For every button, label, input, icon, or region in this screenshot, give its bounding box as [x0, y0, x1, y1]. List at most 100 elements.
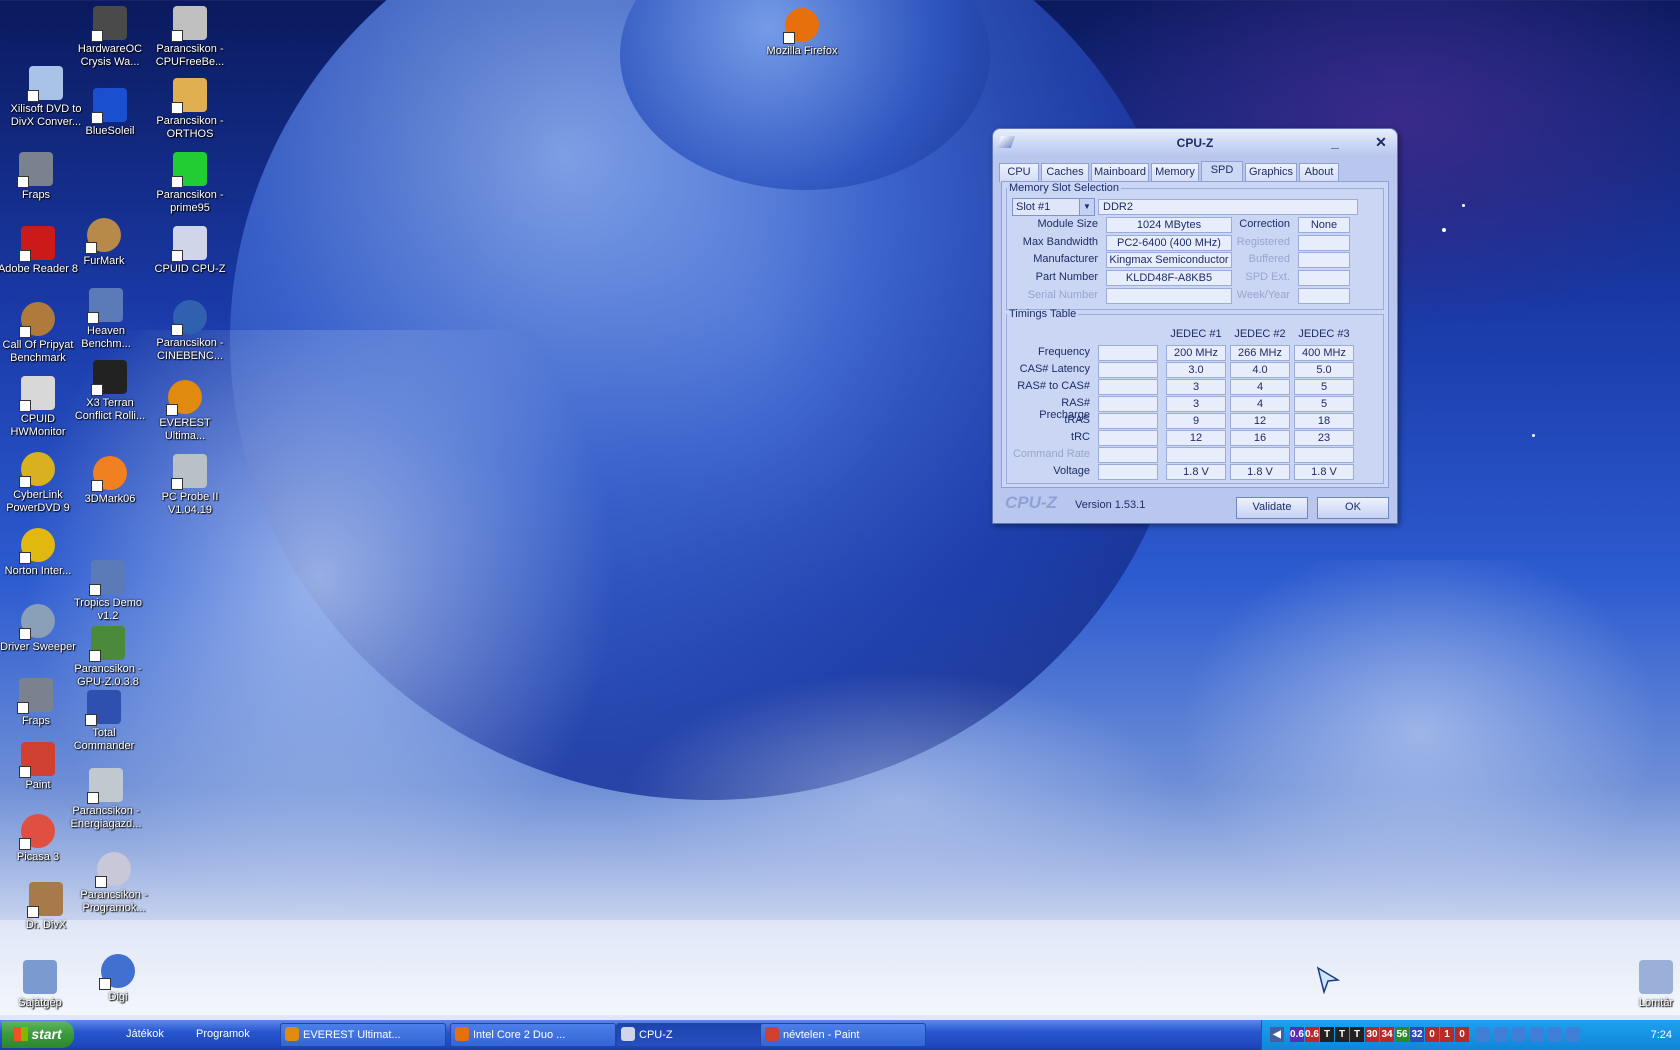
desktop-icon-3dmark[interactable]: 3DMark06	[68, 456, 152, 506]
tab-caches[interactable]: Caches	[1041, 163, 1089, 182]
tray-sensor-value[interactable]: T	[1335, 1027, 1349, 1042]
tray-sensor-value[interactable]: 56	[1395, 1027, 1409, 1042]
tab-about[interactable]: About	[1299, 163, 1339, 182]
taskbar-button[interactable]: Intel Core 2 Duo ...	[450, 1023, 616, 1047]
tab-memory[interactable]: Memory	[1151, 163, 1199, 182]
taskbar-button-label: EVEREST Ultimat...	[303, 1029, 401, 1041]
taskbar-button[interactable]: névtelen - Paint	[760, 1023, 926, 1047]
desktop-icon-picasa[interactable]: Picasa 3	[0, 814, 80, 864]
desktop-icon-cpuid-cpuz[interactable]: CPUID CPU-Z	[148, 226, 232, 276]
paint-icon	[19, 742, 55, 778]
programs-icon	[95, 852, 131, 888]
tray-sensor-value[interactable]: 0.6	[1290, 1027, 1304, 1042]
module-size-label: Module Size	[1037, 218, 1098, 230]
cpuz-window[interactable]: CPU-Z _ ✕ CPU Caches Mainboard Memory SP…	[992, 128, 1398, 524]
taskbar-button[interactable]: CPU-Z	[616, 1023, 782, 1047]
timing-row-label: Frequency	[1038, 346, 1090, 358]
desktop-icon-digi[interactable]: Digi	[76, 954, 160, 1004]
ok-button[interactable]: OK	[1317, 497, 1389, 519]
desktop-icon-crysis[interactable]: HardwareOC Crysis Wa...	[68, 6, 152, 69]
desktop-icon-drdivx[interactable]: Dr. DivX	[4, 882, 88, 932]
tray-arrow-icon[interactable]: ◀	[1270, 1027, 1284, 1042]
timing-column-header: JEDEC #2	[1234, 328, 1286, 340]
desktop-icon-hwmonitor[interactable]: CPUID HWMonitor	[0, 376, 80, 439]
taskbar: start Játékok Programok EVEREST Ultimat.…	[0, 1020, 1680, 1050]
minimize-button[interactable]: _	[1325, 134, 1345, 152]
correction-label: Correction	[1239, 218, 1290, 230]
tray-sensor-value[interactable]: 34	[1380, 1027, 1394, 1042]
bluetooth-icon[interactable]	[1530, 1027, 1544, 1042]
tray-sensor-value[interactable]: T	[1320, 1027, 1334, 1042]
quick-launch-jatekok[interactable]: Játékok	[126, 1023, 176, 1045]
tray-sensor-value[interactable]: 0.6	[1305, 1027, 1319, 1042]
furmark-icon	[85, 218, 121, 254]
firefox-icon	[783, 8, 819, 44]
crysis-icon	[91, 6, 127, 42]
network-icon[interactable]	[1512, 1027, 1526, 1042]
desktop-icon-pripyat[interactable]: Call Of Pripyat Benchmark	[0, 302, 80, 365]
desktop-icon-firefox[interactable]: Mozilla Firefox	[760, 8, 844, 58]
firefox-icon	[455, 1027, 469, 1041]
clock[interactable]: 7:24	[1651, 1020, 1672, 1050]
taskbar-button[interactable]: EVEREST Ultimat...	[280, 1023, 446, 1047]
registered-value	[1298, 235, 1350, 251]
driver-sweeper-icon	[19, 604, 55, 640]
tray-sensor-value[interactable]: 32	[1410, 1027, 1424, 1042]
timing-cell: 1.8 V	[1166, 464, 1226, 480]
speaker-icon[interactable]	[1494, 1027, 1508, 1042]
pcprobe-icon	[171, 454, 207, 490]
desktop-icon-orthos[interactable]: Parancsikon - ORTHOS	[148, 78, 232, 141]
tab-graphics[interactable]: Graphics	[1245, 163, 1297, 182]
tray-sensor-value[interactable]: 30	[1365, 1027, 1379, 1042]
validate-button[interactable]: Validate	[1236, 497, 1308, 519]
desktop-icon-cpufree[interactable]: Parancsikon - CPUFreeBe...	[148, 6, 232, 69]
timing-cell: 400 MHz	[1294, 345, 1354, 361]
chevron-down-icon[interactable]: ▼	[1079, 199, 1094, 215]
everest-icon[interactable]	[1476, 1027, 1490, 1042]
desktop-icon-adobe-reader[interactable]: Adobe Reader 8	[0, 226, 80, 276]
start-button-label: start	[31, 1026, 62, 1042]
3dmark-icon	[91, 456, 127, 492]
timing-cell: 3.0	[1166, 362, 1226, 378]
quick-launch-programok[interactable]: Programok	[196, 1023, 256, 1045]
tab-mainboard[interactable]: Mainboard	[1091, 163, 1149, 182]
slot-select[interactable]: Slot #1 ▼	[1012, 198, 1095, 216]
desktop-icon-gpuz[interactable]: Parancsikon - GPU-Z.0.3.8	[66, 626, 150, 689]
orthos-icon	[171, 78, 207, 114]
start-button[interactable]: start	[2, 1021, 74, 1048]
desktop-icon-cinebench[interactable]: Parancsikon - CINEBENC...	[148, 300, 232, 363]
shield-icon[interactable]	[1548, 1027, 1562, 1042]
desktop-icon-label: X3 Terran Conflict Rolli...	[74, 397, 146, 422]
tray-sensor-value[interactable]: 0	[1455, 1027, 1469, 1042]
desktop-icon-my-computer[interactable]: Sajátgép	[0, 960, 82, 1010]
desktop-icon-fraps[interactable]: Fraps	[0, 152, 78, 202]
manufacturer-label: Manufacturer	[1033, 253, 1098, 265]
tab-spd[interactable]: SPD	[1201, 161, 1243, 182]
tray-sensor-value[interactable]: 0	[1425, 1027, 1439, 1042]
desktop-icon-bluesoleil[interactable]: BlueSoleil	[68, 88, 152, 138]
everest-icon	[285, 1027, 299, 1041]
tray-sensor-value[interactable]: 1	[1440, 1027, 1454, 1042]
tray-sensor-value[interactable]: T	[1350, 1027, 1364, 1042]
memory-slot-group-label: Memory Slot Selection	[1009, 182, 1120, 194]
timing-row-label: CAS# Latency	[1019, 363, 1090, 375]
timing-cell: 266 MHz	[1230, 345, 1290, 361]
wallpaper-snow-ground	[0, 920, 1680, 1015]
cpuz-version: Version 1.53.1	[1075, 499, 1146, 511]
total-commander-icon	[85, 690, 121, 726]
module-size-value: 1024 MBytes	[1106, 217, 1232, 233]
tab-cpu[interactable]: CPU	[999, 163, 1039, 182]
my-computer-icon	[23, 960, 57, 994]
search-icon[interactable]	[1566, 1027, 1580, 1042]
desktop-icon-x3[interactable]: X3 Terran Conflict Rolli...	[68, 360, 152, 423]
close-button[interactable]: ✕	[1371, 134, 1391, 152]
cpuz-title-bar[interactable]: CPU-Z _ ✕	[993, 129, 1397, 157]
taskbar-button-label: Intel Core 2 Duo ...	[473, 1029, 566, 1041]
buffered-label: Buffered	[1248, 253, 1290, 265]
desktop-icon-prime95[interactable]: Parancsikon - prime95	[148, 152, 232, 215]
desktop-icon-recycle-bin[interactable]: Lomtár	[1614, 960, 1680, 1010]
desktop-icon-everest[interactable]: EVEREST Ultima...	[143, 380, 227, 443]
desktop-icon-pcprobe[interactable]: PC Probe II V1.04.19	[148, 454, 232, 517]
timing-row-label: Command Rate	[1012, 448, 1090, 460]
timing-cell	[1166, 447, 1226, 463]
